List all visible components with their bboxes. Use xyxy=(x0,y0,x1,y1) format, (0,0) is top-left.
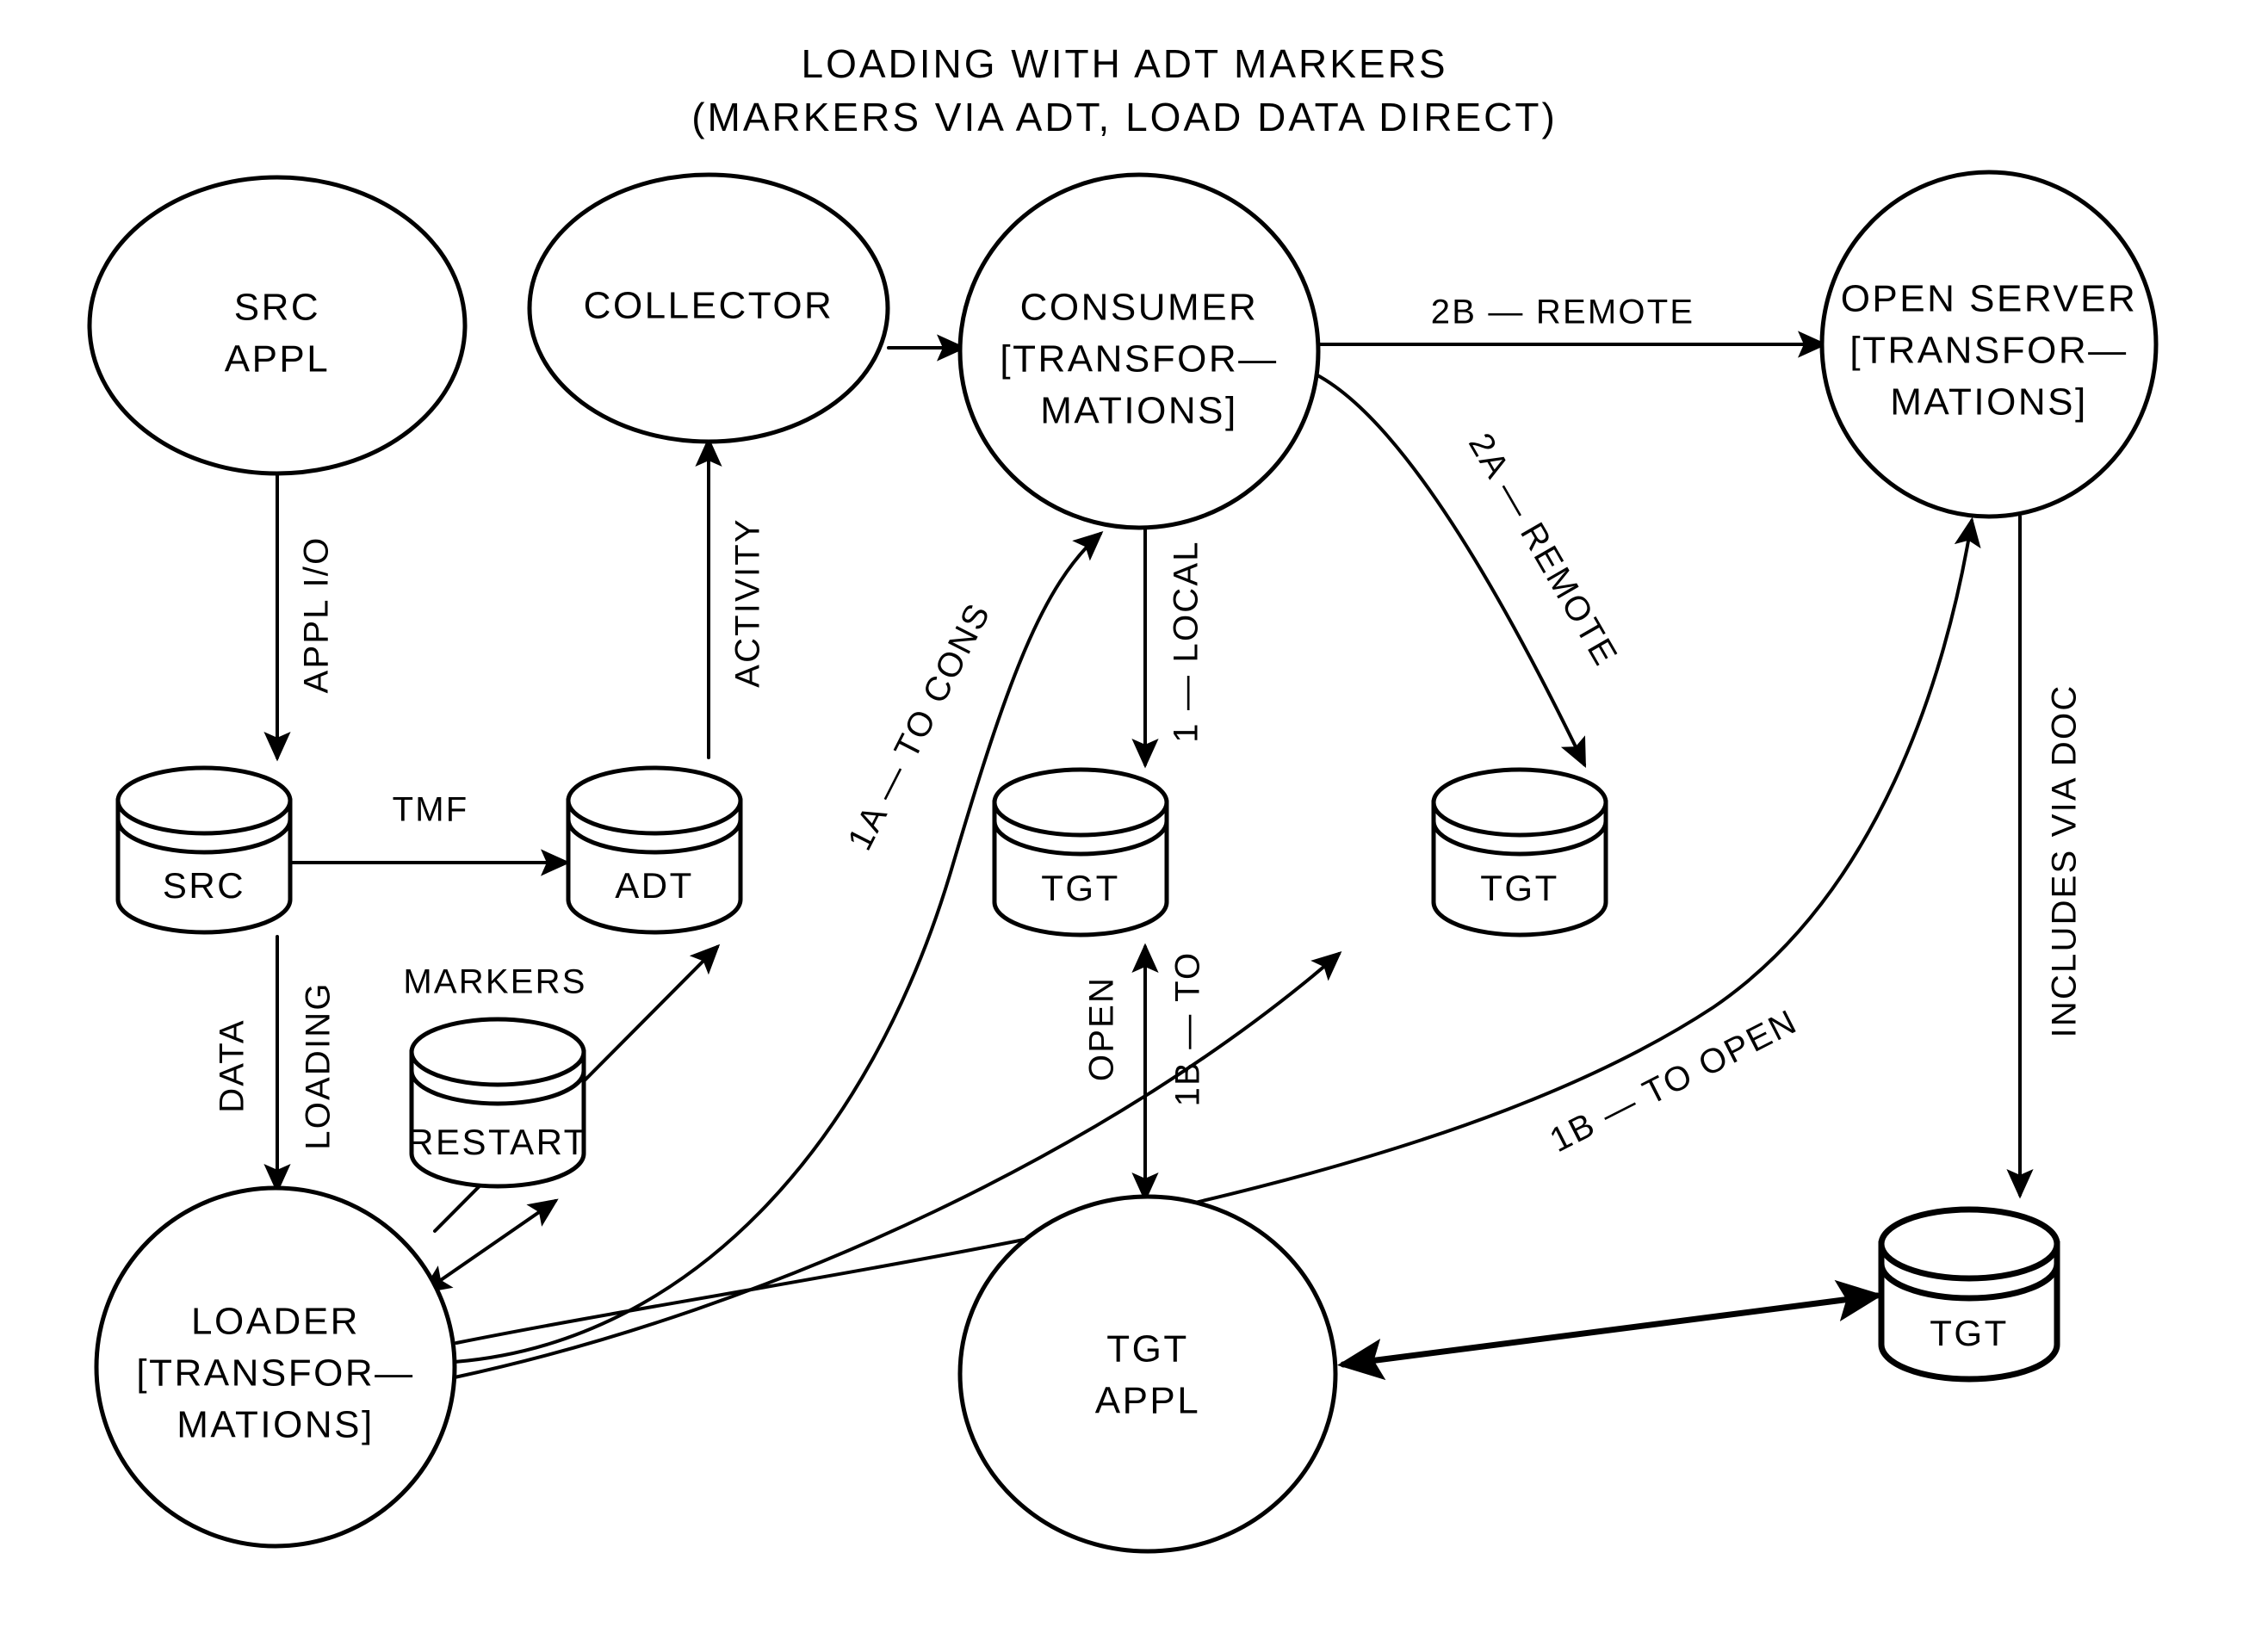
node-consumer-line-1: CONSUMER xyxy=(1020,287,1259,329)
store-adt[interactable]: ADT xyxy=(566,765,743,935)
node-tgt-appl[interactable]: TGT APPL xyxy=(957,1194,1338,1554)
edge-loading-data: LOADING DATA xyxy=(214,935,338,1194)
store-tgt-remote[interactable]: TGT xyxy=(1431,767,1608,937)
edge-activity: ACTIVITY xyxy=(695,436,767,759)
node-collector[interactable]: COLLECTOR xyxy=(527,172,890,444)
edge-label-1a-to-cons: 1A — TO CONS xyxy=(840,597,998,857)
edge-1b-to-open-vertical: 1B — TO OPEN xyxy=(1083,943,1207,1203)
node-loader-line-1: LOADER xyxy=(191,1301,360,1343)
diagram-title: LOADING WITH ADT MARKERS (MARKERS VIA AD… xyxy=(691,41,1558,139)
store-tgt-local-label: TGT xyxy=(1041,868,1119,908)
store-tgt-open-label: TGT xyxy=(1930,1313,2008,1353)
node-consumer[interactable]: CONSUMER [TRANSFOR— MATIONS] xyxy=(957,172,1321,530)
title-line-1: LOADING WITH ADT MARKERS xyxy=(801,41,1447,86)
edge-tgt-open-tgt-appl xyxy=(1337,1279,1883,1381)
edge-appl-io: APPL I/O xyxy=(263,470,336,762)
node-tgt-appl-line-1: TGT xyxy=(1106,1328,1188,1370)
store-tgt-local[interactable]: TGT xyxy=(992,767,1169,937)
edge-label-activity: ACTIVITY xyxy=(729,517,767,688)
node-consumer-line-3: MATIONS] xyxy=(1040,390,1237,432)
edge-label-1-local: 1 — LOCAL xyxy=(1168,540,1205,742)
node-open-server-line-2: [TRANSFOR— xyxy=(1849,330,2128,372)
edge-loader-restart xyxy=(421,1198,559,1294)
title-line-2: (MARKERS VIA ADT, LOAD DATA DIRECT) xyxy=(691,95,1558,139)
node-src-appl-line-2: APPL xyxy=(225,338,331,381)
edge-2b-remote: 2B — REMOTE xyxy=(1313,294,1828,358)
edge-label-data: DATA xyxy=(214,1018,251,1113)
edge-label-tmf: TMF xyxy=(393,791,469,829)
node-src-appl[interactable]: SRC APPL xyxy=(87,175,468,476)
node-tgt-appl-line-2: APPL xyxy=(1095,1380,1201,1422)
node-loader[interactable]: LOADER [TRANSFOR— MATIONS] xyxy=(94,1185,457,1549)
store-restart[interactable]: RESTART xyxy=(407,1017,588,1189)
node-open-server[interactable]: OPEN SERVER [TRANSFOR— MATIONS] xyxy=(1819,170,2159,519)
edge-label-markers: MARKERS xyxy=(403,963,586,1001)
node-collector-label: COLLECTOR xyxy=(584,285,834,327)
store-tgt-open[interactable]: TGT xyxy=(1878,1206,2060,1383)
node-src-appl-line-1: SRC xyxy=(234,287,320,329)
node-consumer-line-2: [TRANSFOR— xyxy=(1000,338,1278,381)
store-src-label: SRC xyxy=(163,865,245,906)
edge-label-loading: LOADING xyxy=(300,981,338,1149)
edge-includes-via-doc: INCLUDES VIA DOC xyxy=(2006,515,2084,1199)
edge-tmf: TMF xyxy=(289,791,571,876)
edge-1-local: 1 — LOCAL xyxy=(1131,525,1205,769)
edge-label-2b-remote: 2B — REMOTE xyxy=(1431,294,1694,331)
diagram-canvas: LOADING WITH ADT MARKERS (MARKERS VIA AD… xyxy=(0,0,2249,1652)
store-adt-label: ADT xyxy=(615,865,694,906)
adt-loading-diagram: LOADING WITH ADT MARKERS (MARKERS VIA AD… xyxy=(87,41,2159,1554)
node-open-server-line-3: MATIONS] xyxy=(1890,381,2087,424)
edge-2a-remote: 2A — REMOTE xyxy=(1305,368,1625,769)
store-src[interactable]: SRC xyxy=(115,765,293,935)
node-open-server-line-1: OPEN SERVER xyxy=(1841,278,2138,320)
node-loader-line-3: MATIONS] xyxy=(177,1404,374,1446)
store-tgt-remote-label: TGT xyxy=(1480,868,1558,908)
edge-label-1b-to: 1B — TO xyxy=(1169,951,1207,1107)
edge-label-appl-io: APPL I/O xyxy=(298,536,336,694)
node-loader-line-2: [TRANSFOR— xyxy=(136,1352,414,1395)
edge-label-includes-via-doc: INCLUDES VIA DOC xyxy=(2046,684,2084,1038)
edge-label-1b-to-open: 1B — TO OPEN xyxy=(1544,1002,1804,1160)
edge-label-open: OPEN xyxy=(1083,976,1121,1081)
edge-label-2a-remote: 2A — REMOTE xyxy=(1461,427,1625,673)
edge-1a-to-cons: 1A — TO CONS xyxy=(453,531,1104,1364)
store-restart-label: RESTART xyxy=(407,1122,588,1162)
